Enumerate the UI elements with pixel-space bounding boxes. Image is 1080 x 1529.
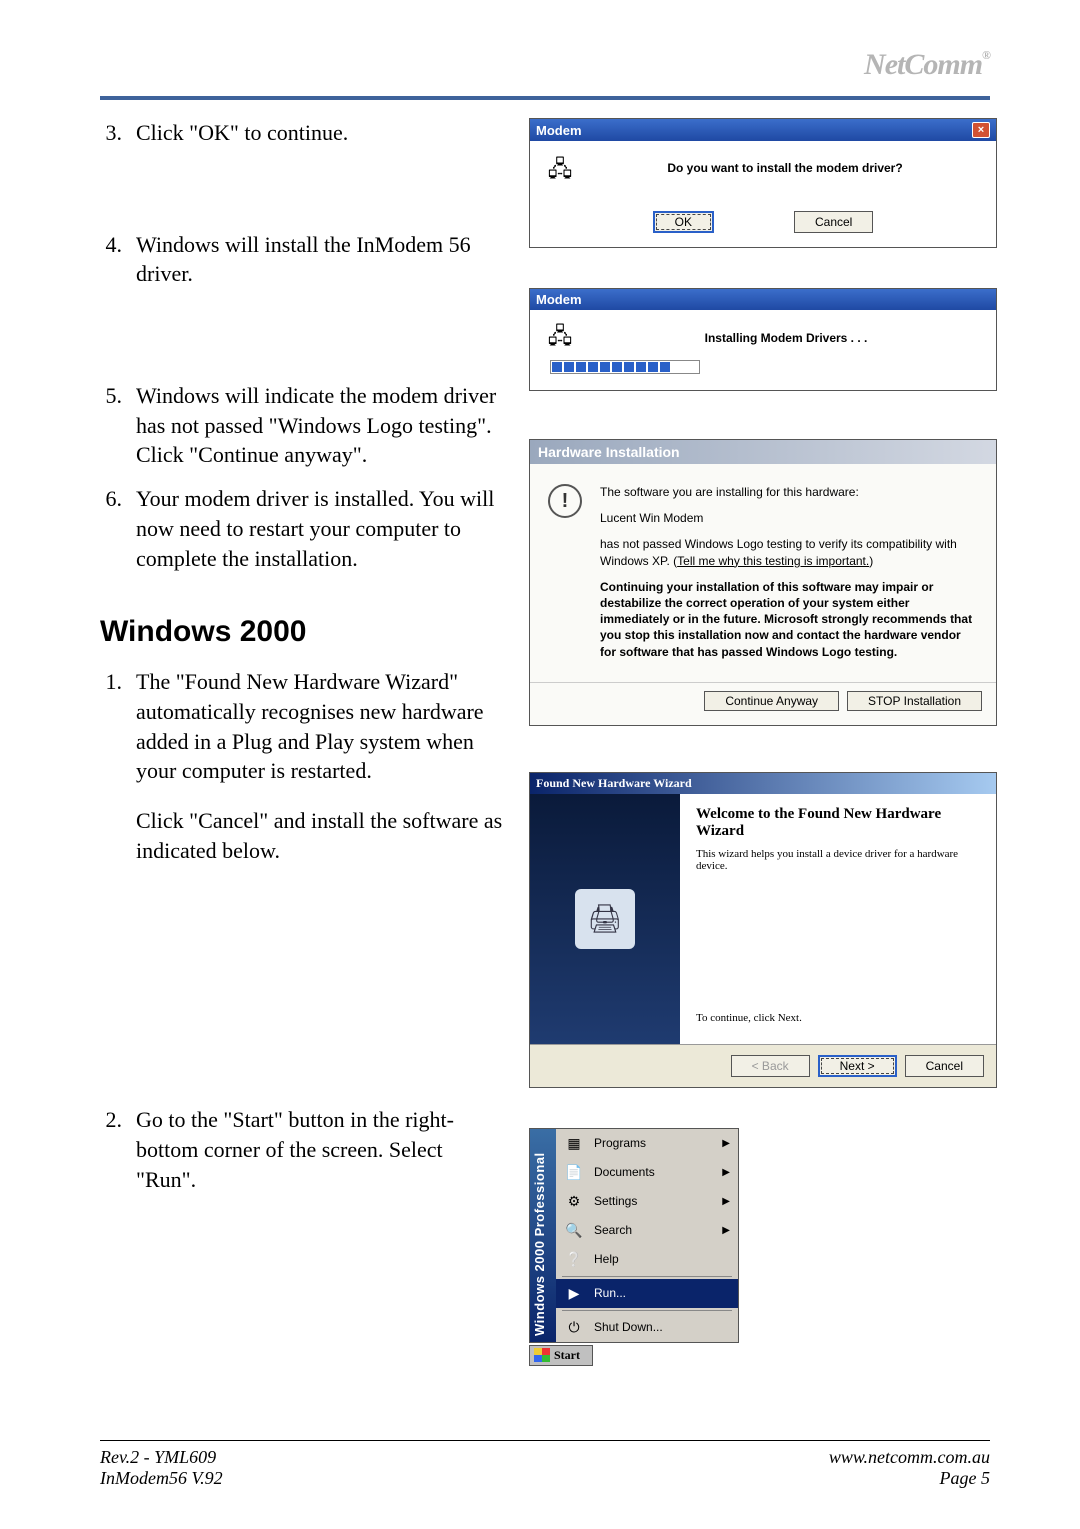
continue-anyway-button[interactable]: Continue Anyway (704, 691, 839, 711)
logo-text: NetComm (864, 48, 982, 81)
start-item-search[interactable]: 🔍Search▶ (556, 1216, 738, 1245)
step-number: 1. (100, 667, 122, 865)
logo-testing-link[interactable]: Tell me why this testing is important. (677, 554, 869, 568)
search-icon: 🔍 (564, 1222, 584, 1239)
step-text: Go to the "Start" button in the right-bo… (136, 1105, 505, 1194)
modem-install-prompt-dialog: Modem × 🖧 Do you want to install the mod… (529, 118, 997, 248)
step-number: 5. (100, 381, 122, 470)
section-title-windows-2000: Windows 2000 (100, 615, 505, 649)
chevron-right-icon: ▶ (722, 1225, 730, 1236)
device-icon: 🖨 (575, 889, 635, 949)
titlebar: Modem (530, 289, 996, 310)
wizard-continue-text: To continue, click Next. (696, 1012, 980, 1024)
dialog-message: Do you want to install the modem driver? (588, 155, 982, 175)
close-icon[interactable]: × (972, 122, 990, 138)
w2k-step-2: 2. Go to the "Start" button in the right… (100, 1105, 505, 1194)
titlebar: Modem × (530, 119, 996, 141)
chevron-right-icon: ▶ (722, 1138, 730, 1149)
footer-page: Page 5 (829, 1468, 990, 1489)
cancel-button[interactable]: Cancel (794, 211, 873, 233)
modem-icon: 🖧 (544, 322, 576, 354)
hw-warning-bold: Continuing your installation of this sof… (600, 579, 978, 660)
step-text: Windows will indicate the modem driver h… (136, 381, 505, 470)
footer-url: www.netcomm.com.au (829, 1447, 990, 1468)
dialog-title: Modem (536, 123, 582, 138)
programs-icon: ▦ (564, 1135, 584, 1152)
step-number: 4. (100, 230, 122, 289)
start-menu-brand: Windows 2000 Professional (530, 1129, 556, 1342)
progress-bar (550, 360, 700, 374)
run-icon: ▶ (564, 1285, 584, 1302)
wizard-heading: Welcome to the Found New Hardware Wizard (696, 806, 980, 840)
step-number: 2. (100, 1105, 122, 1194)
footer-model: InModem56 V.92 (100, 1468, 223, 1489)
hw-line1: The software you are installing for this… (600, 484, 978, 500)
start-item-shutdown[interactable]: ⏻Shut Down... (556, 1313, 738, 1342)
help-icon: ❔ (564, 1251, 584, 1268)
page-header: NetComm® (100, 40, 990, 90)
wizard-sidebar: 🖨 (530, 794, 680, 1044)
footer-rev: Rev.2 - YML609 (100, 1447, 223, 1468)
screenshots-column: Modem × 🖧 Do you want to install the mod… (529, 118, 999, 1366)
chevron-right-icon: ▶ (722, 1196, 730, 1207)
chevron-right-icon: ▶ (722, 1167, 730, 1178)
step-3: 3. Click "OK" to continue. (100, 118, 505, 148)
warning-icon: ! (548, 484, 582, 518)
w2k-step-1: 1. The "Found New Hardware Wizard" autom… (100, 667, 505, 865)
step-number: 6. (100, 484, 122, 573)
start-menu-wrapper: Windows 2000 Professional ▦Programs▶ 📄Do… (529, 1088, 739, 1366)
step-text: Windows will install the InModem 56 driv… (136, 230, 505, 289)
hw-device: Lucent Win Modem (600, 510, 978, 526)
menu-separator (562, 1276, 732, 1277)
step-5: 5. Windows will indicate the modem drive… (100, 381, 505, 470)
start-item-documents[interactable]: 📄Documents▶ (556, 1158, 738, 1187)
start-item-help[interactable]: ❔Help (556, 1245, 738, 1274)
header-divider (100, 96, 990, 100)
start-menu: Windows 2000 Professional ▦Programs▶ 📄Do… (529, 1128, 739, 1343)
found-new-hardware-wizard: Found New Hardware Wizard 🖨 Welcome to t… (529, 772, 997, 1088)
next-button[interactable]: Next > (818, 1055, 897, 1077)
wizard-desc: This wizard helps you install a device d… (696, 848, 980, 872)
netcomm-logo: NetComm® (864, 48, 990, 82)
back-button: < Back (731, 1055, 810, 1077)
start-button[interactable]: Start (529, 1345, 593, 1366)
page-footer: Rev.2 - YML609 InModem56 V.92 www.netcom… (100, 1440, 990, 1489)
step-4: 4. Windows will install the InModem 56 d… (100, 230, 505, 289)
documents-icon: 📄 (564, 1164, 584, 1181)
windows-flag-icon (534, 1348, 550, 1362)
step-text: Your modem driver is installed. You will… (136, 484, 505, 573)
step-text: Click "OK" to continue. (136, 118, 505, 148)
stop-installation-button[interactable]: STOP Installation (847, 691, 982, 711)
titlebar: Hardware Installation (530, 440, 996, 464)
dialog-title: Modem (536, 292, 582, 307)
cancel-button[interactable]: Cancel (905, 1055, 984, 1077)
step-subtext: Click "Cancel" and install the software … (136, 806, 505, 865)
ok-button[interactable]: OK (653, 211, 714, 233)
modem-icon: 🖧 (544, 155, 576, 187)
settings-icon: ⚙ (564, 1193, 584, 1210)
start-item-settings[interactable]: ⚙Settings▶ (556, 1187, 738, 1216)
step-number: 3. (100, 118, 122, 148)
start-item-programs[interactable]: ▦Programs▶ (556, 1129, 738, 1158)
step-6: 6. Your modem driver is installed. You w… (100, 484, 505, 573)
start-item-run[interactable]: ▶Run... (556, 1279, 738, 1308)
hardware-installation-dialog: Hardware Installation ! The software you… (529, 439, 997, 726)
hw-line2: has not passed Windows Logo testing to v… (600, 536, 978, 568)
step-text: The "Found New Hardware Wizard" automati… (136, 667, 505, 865)
registered-mark: ® (982, 48, 990, 62)
installing-message: Installing Modem Drivers . . . (590, 331, 982, 345)
menu-separator (562, 1310, 732, 1311)
modem-installing-dialog: Modem 🖧 Installing Modem Drivers . . . (529, 288, 997, 391)
shutdown-icon: ⏻ (564, 1319, 584, 1336)
titlebar: Found New Hardware Wizard (530, 773, 996, 794)
instructions-column: 3. Click "OK" to continue. 4. Windows wi… (100, 118, 505, 1366)
